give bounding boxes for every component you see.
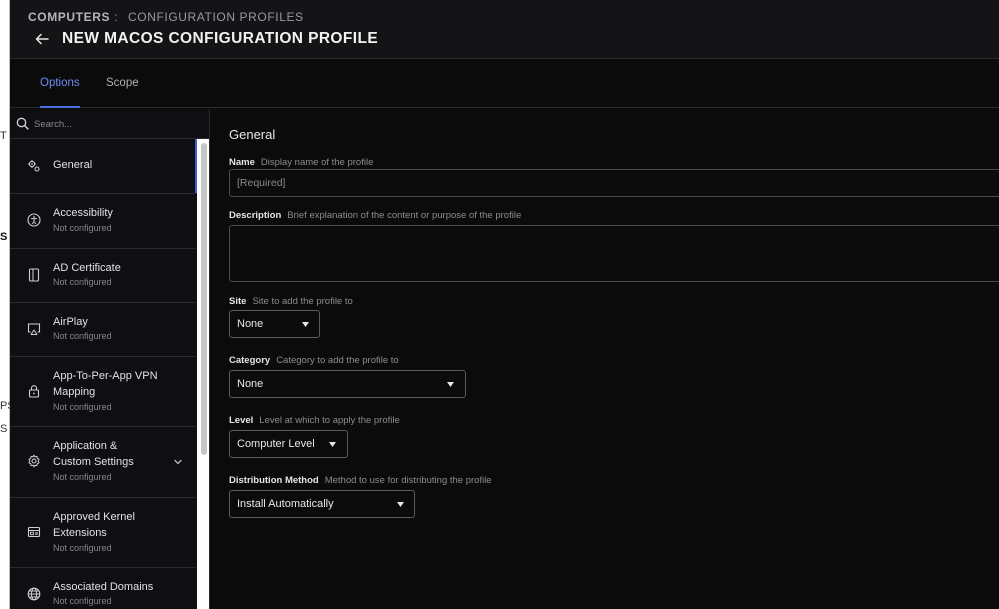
sidebar-item-app-to-per-app-vpn[interactable]: App-To-Per-App VPN Mapping Not configure…	[10, 357, 196, 427]
field-help: Brief explanation of the content or purp…	[287, 210, 522, 221]
name-input[interactable]: [Required]	[229, 169, 999, 197]
field-label: Level	[229, 415, 254, 426]
sidebar-item-accessibility[interactable]: Accessibility Not configured	[10, 194, 196, 249]
sidebar-item-label: AirPlay	[53, 316, 88, 328]
level-field-label: Level Level at which to apply the profile	[229, 415, 400, 426]
field-label: Site	[229, 296, 247, 307]
sidebar-item-status: Not configured	[53, 472, 112, 482]
field-label: Category	[229, 355, 271, 366]
distribution-method-field-label: Distribution Method Method to use for dis…	[229, 475, 492, 486]
sidebar-item-airplay[interactable]: AirPlay Not configured	[10, 303, 196, 357]
background-text: T	[0, 130, 7, 142]
site-select[interactable]: None	[229, 310, 320, 338]
back-arrow-icon[interactable]	[34, 31, 50, 47]
chevron-down-icon[interactable]	[173, 457, 183, 467]
description-textarea[interactable]	[229, 225, 999, 282]
sidebar-item-status: Not configured	[53, 402, 112, 412]
sidebar-item-associated-domains[interactable]: Associated Domains Not configured	[10, 568, 196, 609]
page-title: NEW MACOS CONFIGURATION PROFILE	[62, 30, 379, 47]
sidebar-item-label: Approved Kernel	[53, 511, 135, 523]
payload-search[interactable]: Search...	[10, 109, 209, 139]
globe-icon	[27, 587, 41, 601]
sidebar-item-label: Accessibility	[53, 207, 113, 219]
sidebar-item-label: Extensions	[53, 527, 107, 539]
airplay-icon	[27, 323, 41, 335]
search-input[interactable]: Search...	[34, 119, 72, 130]
tab-options[interactable]: Options	[40, 77, 80, 89]
page-header: COMPUTERS : CONFIGURATION PROFILES NEW M…	[10, 0, 999, 59]
field-help: Display name of the profile	[260, 157, 374, 168]
name-input-placeholder: [Required]	[237, 177, 286, 189]
field-help: Category to add the profile to	[276, 355, 399, 366]
sidebar-item-status: Not configured	[53, 277, 112, 287]
tab-bar: Options Scope	[10, 60, 999, 108]
category-select-value: None	[237, 378, 264, 390]
accessibility-icon	[27, 213, 41, 227]
sidebar-item-status: Not configured	[53, 331, 112, 341]
field-label: Name	[229, 157, 255, 168]
sidebar-item-application-custom-settings[interactable]: Application & Custom Settings Not config…	[10, 427, 196, 498]
field-help: Level at which to apply the profile	[259, 415, 400, 426]
sidebar-item-status: Not configured	[53, 596, 112, 606]
category-select[interactable]: None	[229, 370, 466, 398]
sidebar-item-label: Application &	[53, 440, 118, 452]
background-text: S	[0, 423, 8, 435]
level-select[interactable]: Computer Level	[229, 430, 348, 458]
general-settings-panel: General Name Display name of the profile …	[211, 109, 999, 609]
sidebar-item-label: Custom Settings	[53, 456, 134, 468]
kernel-extension-icon	[27, 526, 41, 538]
section-title: General	[229, 127, 276, 142]
description-field-label: Description Brief explanation of the cont…	[229, 210, 521, 221]
sidebar-item-label: Associated Domains	[53, 581, 154, 593]
breadcrumb-separator: :	[114, 10, 119, 24]
level-select-value: Computer Level	[237, 438, 315, 450]
sidebar-item-label: Mapping	[53, 386, 96, 398]
active-tab-indicator	[40, 106, 80, 108]
search-icon	[16, 117, 29, 130]
breadcrumb-configuration-profiles[interactable]: CONFIGURATION PROFILES	[128, 10, 304, 24]
field-help: Site to add the profile to	[252, 296, 353, 307]
field-help: Method to use for distributing the profi…	[324, 475, 492, 486]
certificate-icon	[28, 268, 40, 282]
breadcrumb: COMPUTERS : CONFIGURATION PROFILES	[28, 10, 304, 24]
site-select-value: None	[237, 318, 264, 330]
name-field-label: Name Display name of the profile	[229, 157, 373, 168]
sidebar-item-general[interactable]: General	[10, 139, 197, 194]
payload-list: General Accessibility Not configured AD …	[10, 139, 197, 609]
caret-down-icon	[397, 502, 404, 507]
sidebar-item-status: Not configured	[53, 223, 112, 233]
sidebar-item-approved-kernel-extensions[interactable]: Approved Kernel Extensions Not configure…	[10, 498, 196, 568]
field-label: Distribution Method	[229, 475, 319, 486]
distribution-method-select-value: Install Automatically	[237, 498, 334, 510]
background-window-edge: T S PS S	[0, 0, 15, 609]
sidebar-scrollbar-thumb[interactable]	[201, 143, 207, 455]
category-field-label: Category Category to add the profile to	[229, 355, 399, 366]
app-window: COMPUTERS : CONFIGURATION PROFILES NEW M…	[10, 0, 999, 609]
caret-down-icon	[447, 382, 454, 387]
breadcrumb-computers[interactable]: COMPUTERS	[28, 10, 110, 24]
site-field-label: Site Site to add the profile to	[229, 296, 353, 307]
sidebar-item-label: AD Certificate	[53, 262, 121, 274]
gear-cluster-icon	[28, 160, 40, 172]
background-text: S	[0, 231, 8, 243]
sidebar-item-label: General	[53, 159, 93, 171]
lock-icon	[28, 385, 40, 398]
tab-scope[interactable]: Scope	[106, 77, 139, 89]
sidebar-item-status: Not configured	[53, 543, 112, 553]
sidebar-item-label: App-To-Per-App VPN	[53, 370, 158, 382]
distribution-method-select[interactable]: Install Automatically	[229, 490, 415, 518]
payload-sidebar: Search... General Accessibility Not conf…	[10, 109, 210, 609]
gear-icon	[28, 454, 40, 468]
title-row: NEW MACOS CONFIGURATION PROFILE	[34, 30, 378, 48]
caret-down-icon	[302, 322, 309, 327]
field-label: Description	[229, 210, 282, 221]
caret-down-icon	[329, 442, 336, 447]
sidebar-item-ad-certificate[interactable]: AD Certificate Not configured	[10, 249, 196, 303]
